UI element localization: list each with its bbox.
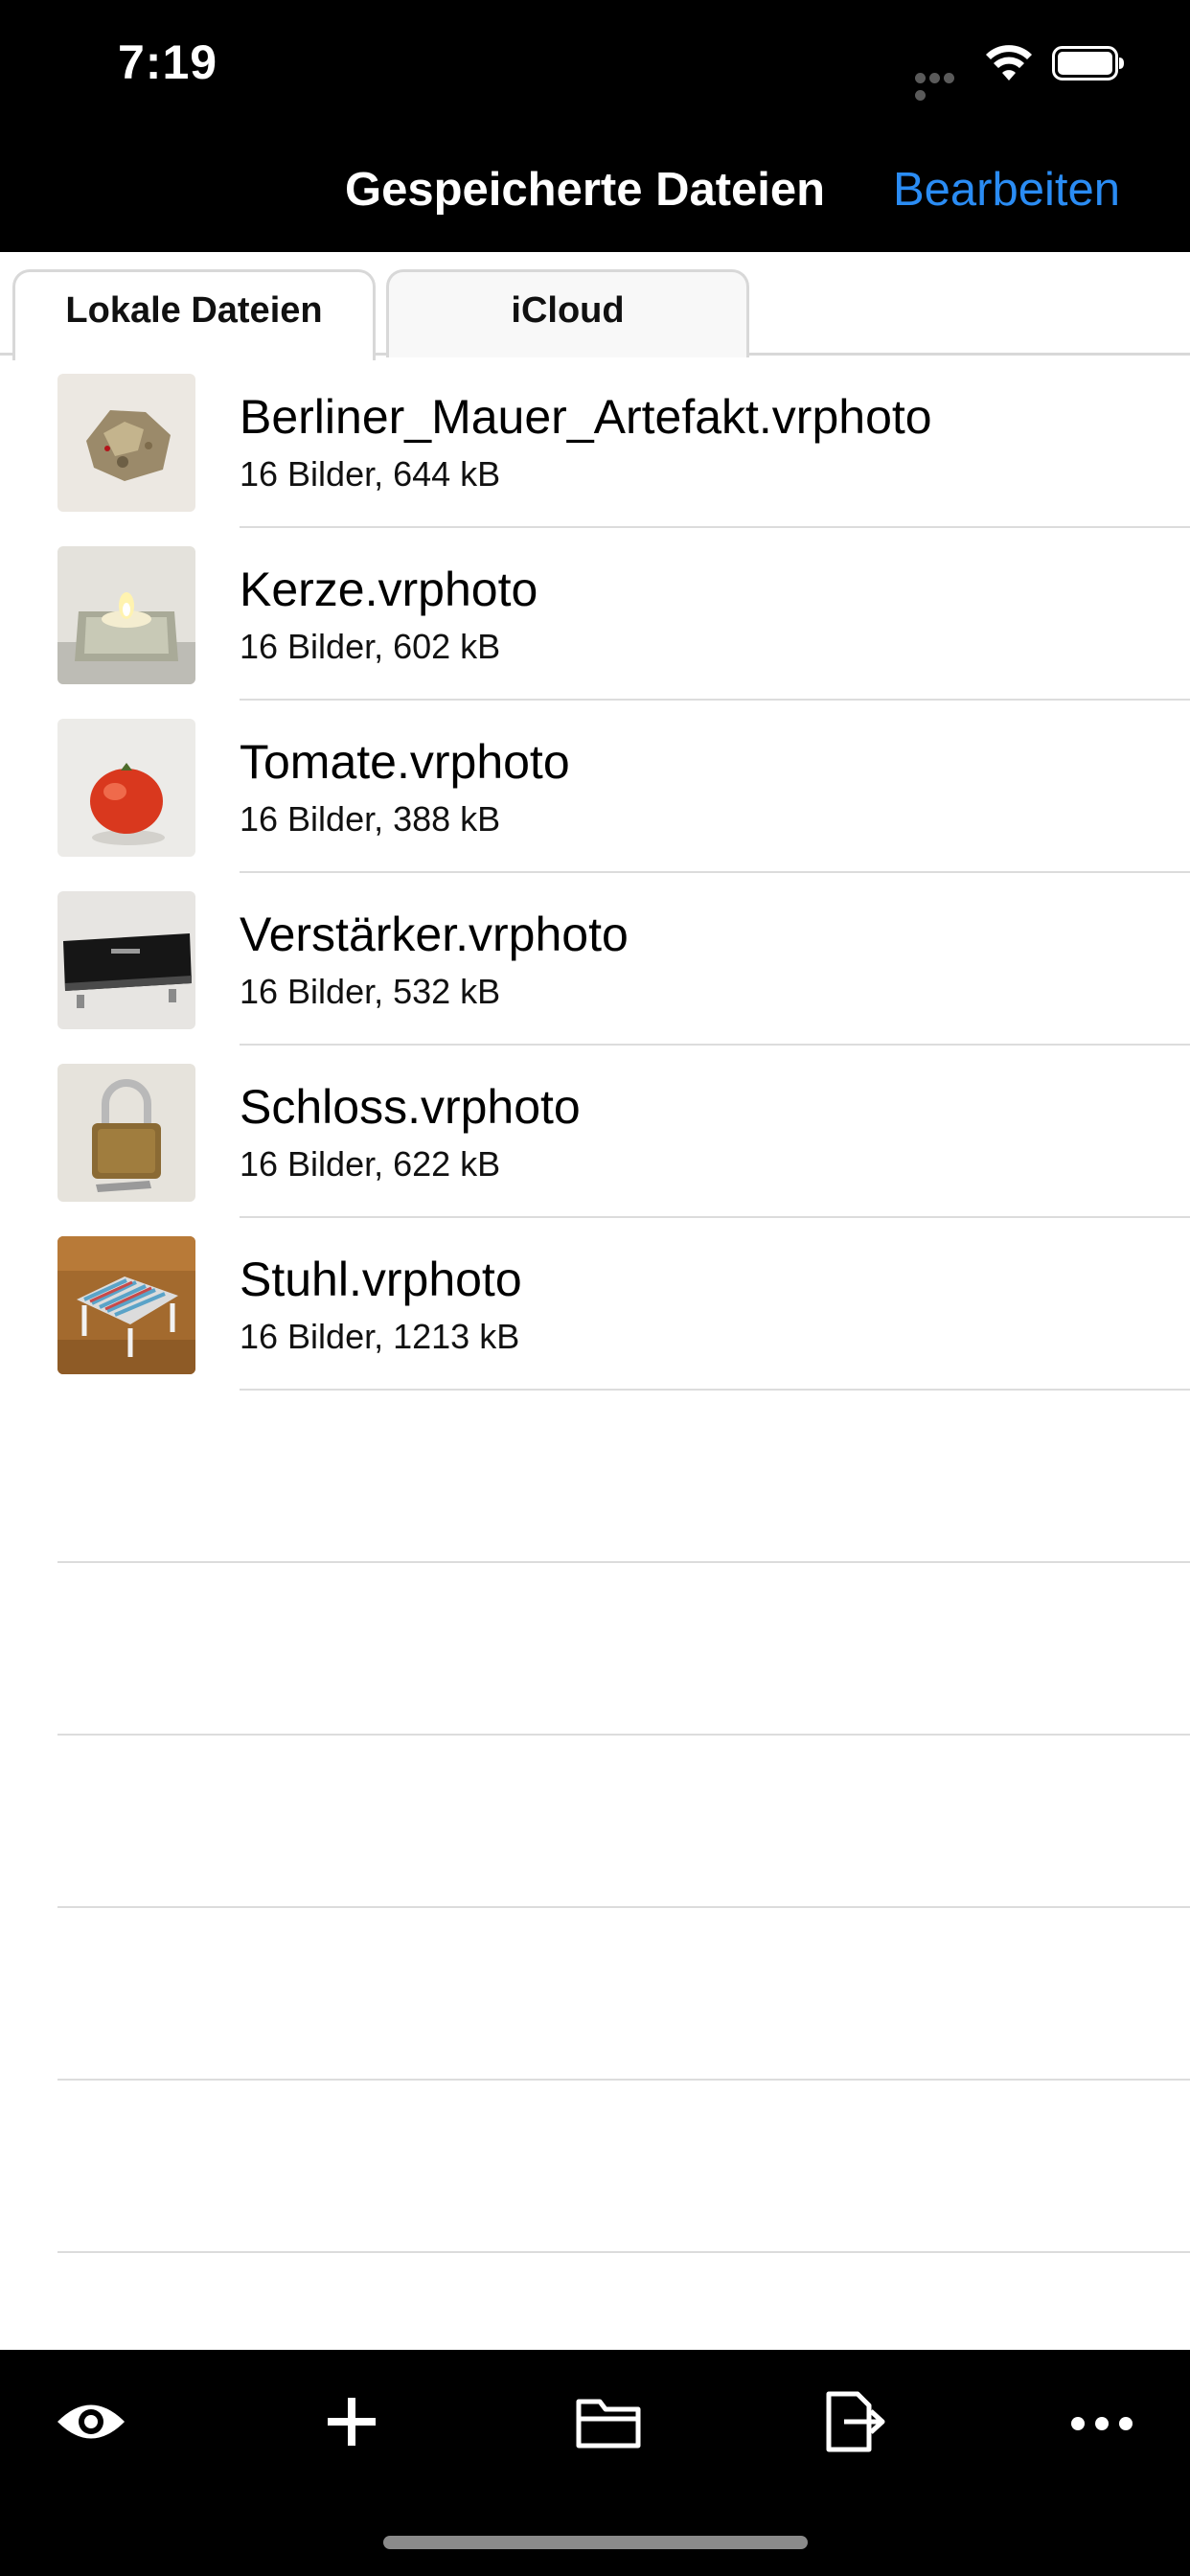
file-name: Schloss.vrphoto <box>240 1080 581 1134</box>
empty-row-divider <box>57 2079 1190 2081</box>
edit-button[interactable]: Bearbeiten <box>893 163 1120 217</box>
file-name: Berliner_Mauer_Artefakt.vrphoto <box>240 390 932 444</box>
file-info: 16 Bilder, 388 kB <box>240 799 501 839</box>
empty-row-divider <box>57 1561 1190 1563</box>
file-info: 16 Bilder, 1213 kB <box>240 1317 520 1356</box>
file-name: Verstärker.vrphoto <box>240 908 629 961</box>
file-info: 16 Bilder, 532 kB <box>240 972 501 1011</box>
plus-icon[interactable] <box>309 2388 395 2455</box>
file-info: 16 Bilder, 602 kB <box>240 627 501 666</box>
export-icon[interactable] <box>810 2388 896 2455</box>
stone-thumbnail <box>57 374 195 512</box>
empty-row-divider <box>57 1734 1190 1736</box>
empty-row-divider <box>57 2251 1190 2253</box>
file-name: Tomate.vrphoto <box>240 735 570 789</box>
cellular-signal-icon <box>915 71 971 101</box>
file-row[interactable]: Kerze.vrphoto 16 Bilder, 602 kB <box>0 528 1190 701</box>
battery-icon <box>1052 46 1124 80</box>
file-list: Berliner_Mauer_Artefakt.vrphoto 16 Bilde… <box>0 356 1190 1391</box>
tab-strip: Lokale Dateien iCloud <box>0 252 1190 360</box>
amplifier-thumbnail <box>57 891 195 1029</box>
home-indicator[interactable] <box>383 2536 808 2549</box>
status-time: 7:19 <box>118 35 218 89</box>
row-divider <box>240 1389 1190 1391</box>
page-title: Gespeicherte Dateien <box>345 164 826 216</box>
eye-icon[interactable] <box>48 2388 134 2455</box>
file-row[interactable]: Berliner_Mauer_Artefakt.vrphoto 16 Bilde… <box>0 356 1190 528</box>
candle-thumbnail <box>57 546 195 684</box>
empty-row-divider <box>57 1906 1190 1908</box>
wifi-icon <box>986 45 1032 80</box>
file-name: Kerze.vrphoto <box>240 563 538 616</box>
file-name: Stuhl.vrphoto <box>240 1253 522 1306</box>
tab-icloud[interactable]: iCloud <box>386 269 749 357</box>
padlock-thumbnail <box>57 1064 195 1202</box>
file-row[interactable]: Tomate.vrphoto 16 Bilder, 388 kB <box>0 701 1190 873</box>
top-bar: 7:19 Gespeicherte Dateien Bearbeiten <box>0 0 1190 252</box>
tab-local-files[interactable]: Lokale Dateien <box>12 269 376 360</box>
folder-icon[interactable] <box>565 2388 652 2455</box>
tomato-thumbnail <box>57 719 195 857</box>
file-row[interactable]: Schloss.vrphoto 16 Bilder, 622 kB <box>0 1046 1190 1218</box>
file-info: 16 Bilder, 622 kB <box>240 1144 501 1184</box>
file-row[interactable]: Verstärker.vrphoto 16 Bilder, 532 kB <box>0 873 1190 1046</box>
file-row[interactable]: Stuhl.vrphoto 16 Bilder, 1213 kB <box>0 1218 1190 1391</box>
stool-thumbnail <box>57 1236 195 1374</box>
screen: 7:19 Gespeicherte Dateien Bearbeiten Lok… <box>0 0 1190 2576</box>
file-info: 16 Bilder, 644 kB <box>240 454 501 494</box>
more-icon[interactable] <box>1059 2388 1145 2455</box>
